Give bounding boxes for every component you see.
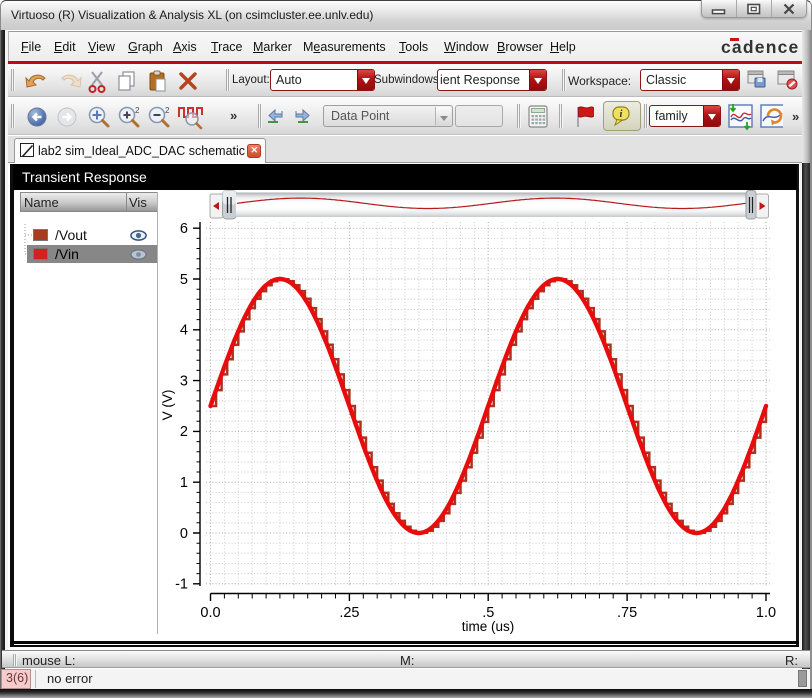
svg-text:2: 2 (135, 106, 140, 115)
svg-text:2: 2 (165, 106, 170, 115)
svg-text:.25: .25 (339, 605, 359, 621)
svg-text:0.0: 0.0 (200, 605, 220, 621)
svg-text:1.0: 1.0 (756, 605, 776, 621)
svg-text:i: i (620, 109, 623, 120)
svg-text:0: 0 (180, 526, 188, 542)
svg-text:6: 6 (180, 221, 188, 237)
svg-text:1: 1 (180, 475, 188, 491)
svg-text:4: 4 (180, 323, 188, 339)
svg-text:-1: -1 (175, 577, 188, 593)
svg-text:3: 3 (180, 373, 188, 389)
svg-text:V (V): V (V) (160, 390, 175, 421)
svg-text:time (us): time (us) (462, 619, 515, 634)
svg-text:5: 5 (180, 272, 188, 288)
svg-text:2: 2 (180, 424, 188, 440)
svg-text:.75: .75 (617, 605, 637, 621)
